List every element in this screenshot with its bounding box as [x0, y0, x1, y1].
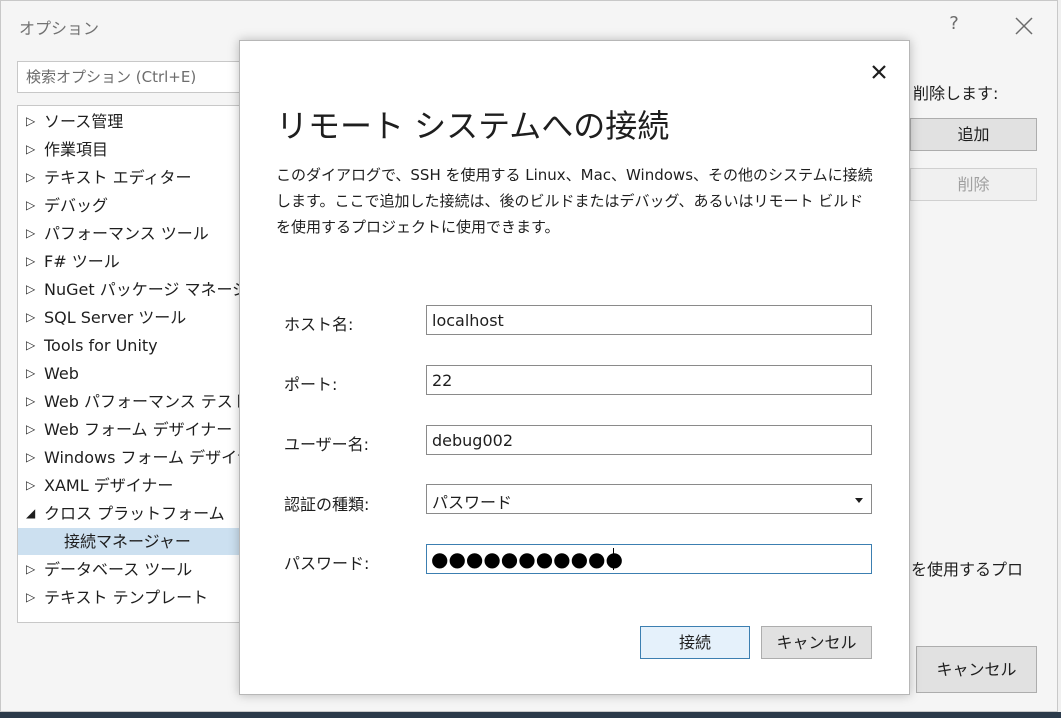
password-field[interactable]: ●●●●●●●●●●● [426, 544, 872, 574]
text-caret [613, 548, 614, 570]
expand-arrow-icon[interactable]: ▷ [26, 164, 40, 191]
tree-item-label: Web [44, 364, 79, 383]
background-desktop-bottom [0, 712, 1061, 718]
add-connection-button[interactable]: 追加 [910, 118, 1037, 151]
tree-item-label: クロス プラットフォーム [44, 504, 225, 523]
tree-item-label: パフォーマンス ツール [44, 224, 209, 243]
tree-item-web-forms-designer[interactable]: ▷ Web フォーム デザイナー [18, 416, 251, 443]
tree-item-windows-forms-designer[interactable]: ▷ Windows フォーム デザイナー [18, 444, 252, 471]
tree-item-label: Windows フォーム デザイナー [44, 448, 252, 467]
connect-remote-system-dialog: リモート システムへの接続 このダイアログで、SSH を使用する Linux、M… [239, 40, 910, 695]
tree-item-label: Web フォーム デザイナー [44, 420, 233, 439]
options-tree[interactable]: ▷ ソース管理 ▷ 作業項目 ▷ テキスト エディター ▷ デバッグ ▷ パフォ… [17, 105, 252, 623]
expand-arrow-icon[interactable]: ▷ [26, 248, 40, 275]
auth-type-value: パスワード [432, 493, 513, 512]
username-input[interactable] [427, 426, 871, 454]
username-label: ユーザー名: [284, 435, 370, 454]
tree-item-connection-manager[interactable]: 接続マネージャー [18, 528, 251, 555]
tree-item-label: データベース ツール [44, 560, 193, 579]
tree-item-web[interactable]: ▷ Web [18, 360, 251, 387]
tree-item-label: ソース管理 [44, 112, 124, 131]
chevron-down-icon[interactable] [855, 498, 863, 503]
tree-item-label: テキスト テンプレート [44, 588, 209, 607]
dialog-close-button[interactable] [870, 63, 888, 81]
expand-arrow-icon[interactable]: ▷ [26, 416, 40, 443]
expand-arrow-icon[interactable]: ▷ [26, 276, 40, 303]
expand-arrow-icon[interactable]: ▷ [26, 192, 40, 219]
tree-item-debugging[interactable]: ▷ デバッグ [18, 192, 251, 219]
tree-item-nuget[interactable]: ▷ NuGet パッケージ マネージャー [18, 276, 251, 303]
expand-arrow-icon[interactable]: ▷ [26, 444, 40, 471]
tree-item-source-control[interactable]: ▷ ソース管理 [18, 108, 251, 135]
options-cancel-button[interactable]: キャンセル [916, 646, 1037, 693]
remove-connection-button[interactable]: 削除 [910, 168, 1037, 201]
tree-item-label: XAML デザイナー [44, 476, 174, 495]
close-icon [872, 65, 886, 79]
tree-item-sql-server-tools[interactable]: ▷ SQL Server ツール [18, 304, 251, 331]
expand-arrow-icon[interactable]: ▷ [26, 472, 40, 499]
expand-arrow-icon[interactable]: ▷ [26, 220, 40, 247]
tree-item-label: Web パフォーマンス テスト ツール [44, 392, 251, 411]
tree-item-tools-for-unity[interactable]: ▷ Tools for Unity [18, 332, 251, 359]
window-close-button[interactable] [1011, 13, 1037, 39]
close-icon [1015, 17, 1033, 35]
dialog-description: このダイアログで、SSH を使用する Linux、Mac、Windows、その他… [276, 166, 873, 236]
tree-item-label: F# ツール [44, 252, 120, 271]
expand-arrow-icon[interactable]: ▷ [26, 388, 40, 415]
username-field[interactable] [426, 425, 872, 455]
password-label: パスワード: [284, 554, 370, 573]
options-search-input[interactable] [18, 62, 251, 92]
tree-item-performance-tools[interactable]: ▷ パフォーマンス ツール [18, 220, 251, 247]
expand-arrow-icon[interactable]: ▷ [26, 584, 40, 611]
auth-type-select[interactable]: パスワード [426, 484, 872, 514]
expand-arrow-icon[interactable]: ▷ [26, 360, 40, 387]
password-mask: ●●●●●●●●●●● [431, 547, 623, 571]
expand-arrow-icon[interactable]: ▷ [26, 332, 40, 359]
dialog-cancel-button[interactable]: キャンセル [761, 626, 872, 659]
tree-item-label: デバッグ [44, 196, 109, 215]
tree-item-xaml-designer[interactable]: ▷ XAML デザイナー [18, 472, 251, 499]
expand-arrow-icon[interactable]: ▷ [26, 108, 40, 135]
tree-item-text-templates[interactable]: ▷ テキスト テンプレート [18, 584, 251, 611]
expand-arrow-icon[interactable]: ▷ [26, 136, 40, 163]
delete-section-label: 削除します: [913, 84, 999, 103]
port-label: ポート: [284, 375, 338, 394]
port-field[interactable] [426, 365, 872, 395]
dialog-title: リモート システムへの接続 [276, 107, 670, 145]
tree-item-text-editor[interactable]: ▷ テキスト エディター [18, 164, 251, 191]
tree-item-label: 作業項目 [44, 140, 109, 159]
tree-item-database-tools[interactable]: ▷ データベース ツール [18, 556, 251, 583]
tree-item-label: テキスト エディター [44, 168, 192, 187]
background-description-text: を使用するプロ [911, 560, 1024, 579]
options-search-box[interactable] [17, 61, 252, 93]
host-label: ホスト名: [284, 315, 354, 334]
tree-item-fsharp-tools[interactable]: ▷ F# ツール [18, 248, 251, 275]
auth-type-label: 認証の種類: [284, 495, 370, 514]
port-input[interactable] [427, 366, 871, 394]
tree-item-label: NuGet パッケージ マネージャー [44, 280, 251, 299]
help-button[interactable]: ? [941, 13, 967, 39]
collapse-arrow-icon[interactable]: ◢ [26, 500, 40, 527]
tree-item-label: SQL Server ツール [44, 308, 187, 327]
tree-item-cross-platform[interactable]: ◢ クロス プラットフォーム [18, 500, 251, 527]
connect-button[interactable]: 接続 [640, 626, 750, 659]
host-field[interactable] [426, 305, 872, 335]
expand-arrow-icon[interactable]: ▷ [26, 556, 40, 583]
tree-item-work-items[interactable]: ▷ 作業項目 [18, 136, 251, 163]
tree-item-web-performance-test[interactable]: ▷ Web パフォーマンス テスト ツール [18, 388, 251, 415]
tree-item-label: Tools for Unity [44, 336, 158, 355]
host-input[interactable] [427, 306, 871, 334]
window-title: オプション [19, 19, 100, 38]
expand-arrow-icon[interactable]: ▷ [26, 304, 40, 331]
tree-item-label: 接続マネージャー [64, 532, 191, 551]
